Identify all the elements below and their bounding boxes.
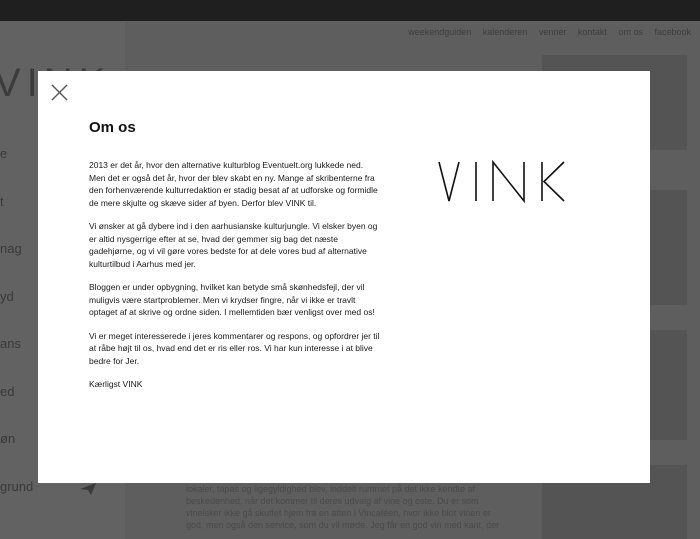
nav-link-venner[interactable]: venner — [539, 27, 567, 37]
top-bar — [0, 0, 700, 21]
sidebar-item[interactable]: grund — [0, 479, 33, 494]
nav-link-kalenderen[interactable]: kalenderen — [483, 27, 528, 37]
nav-link-facebook[interactable]: facebook — [654, 27, 691, 37]
modal-body: 2013 er det år, hvor den alternative kul… — [89, 159, 381, 402]
nav-link-weekendguiden[interactable]: weekendguiden — [408, 27, 471, 37]
modal-paragraph: Bloggen er under opbygning, hvilket kan … — [89, 282, 375, 317]
sidebar-item[interactable]: øn — [0, 431, 15, 446]
nav-link-kontakt[interactable]: kontakt — [578, 27, 607, 37]
sidebar-item[interactable]: nag — [0, 241, 22, 256]
vink-logo — [438, 159, 565, 204]
close-icon[interactable] — [51, 84, 68, 101]
nav-link-om-os[interactable]: om os — [618, 27, 643, 37]
sidebar-item[interactable]: e — [0, 146, 7, 161]
about-modal: Om os 2013 er det år, hvor den alternati… — [38, 71, 650, 483]
modal-title: Om os — [89, 119, 136, 136]
modal-paragraph: Vi er meget interesserede i jeres kommen… — [89, 330, 380, 366]
background-article-text: lokaler, tapas og ligegyldighed blev, in… — [186, 483, 506, 531]
modal-paragraph: Vi ønsker at gå dybere ind i den aarhusi… — [89, 221, 378, 269]
sidebar-item[interactable]: ans — [0, 336, 21, 351]
sidebar-item[interactable]: yd — [0, 289, 14, 304]
article-line: vinelsker ikke gå skuffet hjem fra en af… — [186, 508, 491, 518]
top-navigation: weekendguiden kalenderen venner kontakt … — [408, 27, 700, 37]
modal-paragraph: 2013 er det år, hvor den alternative kul… — [89, 160, 378, 208]
article-line: beskedenhed, når det kommer til deres ud… — [186, 496, 479, 506]
article-line: god, men også den service, som du vil mø… — [186, 520, 500, 530]
article-line: lokaler, tapas og ligegyldighed blev, in… — [186, 484, 476, 494]
send-icon[interactable] — [80, 483, 96, 495]
sidebar-item[interactable]: t — [0, 194, 4, 209]
sidebar-item[interactable]: ed — [0, 384, 14, 399]
modal-signature: Kærligst VINK — [89, 379, 143, 389]
